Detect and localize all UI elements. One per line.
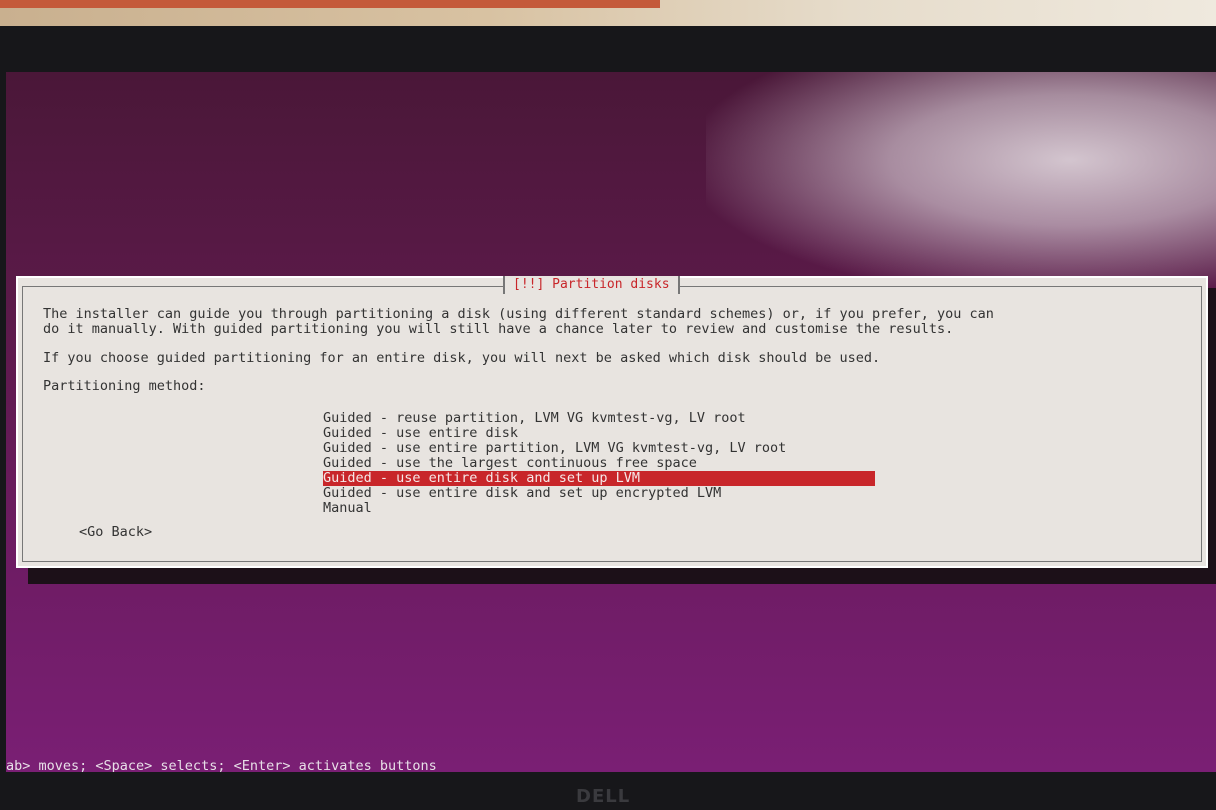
monitor-brand-logo: DELL	[576, 786, 631, 807]
option-entire-disk-lvm[interactable]: Guided - use entire disk and set up LVM	[323, 471, 875, 486]
help-bar: ab> moves; <Space> selects; <Enter> acti…	[6, 758, 437, 772]
partitioning-method-list: Guided - reuse partition, LVM VG kvmtest…	[323, 411, 875, 516]
description-line-2: do it manually. With guided partitioning…	[43, 321, 954, 337]
option-manual[interactable]: Manual	[323, 501, 875, 516]
screen-glare	[706, 72, 1216, 292]
dialog-title: [!!] Partition disks	[503, 276, 680, 294]
option-reuse-partition[interactable]: Guided - reuse partition, LVM VG kvmtest…	[323, 411, 875, 426]
option-use-entire-disk[interactable]: Guided - use entire disk	[323, 426, 875, 441]
wall-stripe	[0, 0, 660, 8]
option-entire-disk-encrypted-lvm[interactable]: Guided - use entire disk and set up encr…	[323, 486, 875, 501]
go-back-button[interactable]: <Go Back>	[79, 525, 152, 540]
description-line-1: The installer can guide you through part…	[43, 306, 994, 322]
option-use-entire-partition[interactable]: Guided - use entire partition, LVM VG kv…	[323, 441, 875, 456]
monitor-screen: [!!] Partition disks The installer can g…	[6, 72, 1216, 772]
dialog-frame: [!!] Partition disks The installer can g…	[22, 276, 1202, 562]
option-largest-free-space[interactable]: Guided - use the largest continuous free…	[323, 456, 875, 471]
description-line-3: If you choose guided partitioning for an…	[43, 350, 881, 366]
partition-dialog: [!!] Partition disks The installer can g…	[16, 276, 1208, 568]
partitioning-method-prompt: Partitioning method:	[43, 378, 206, 394]
